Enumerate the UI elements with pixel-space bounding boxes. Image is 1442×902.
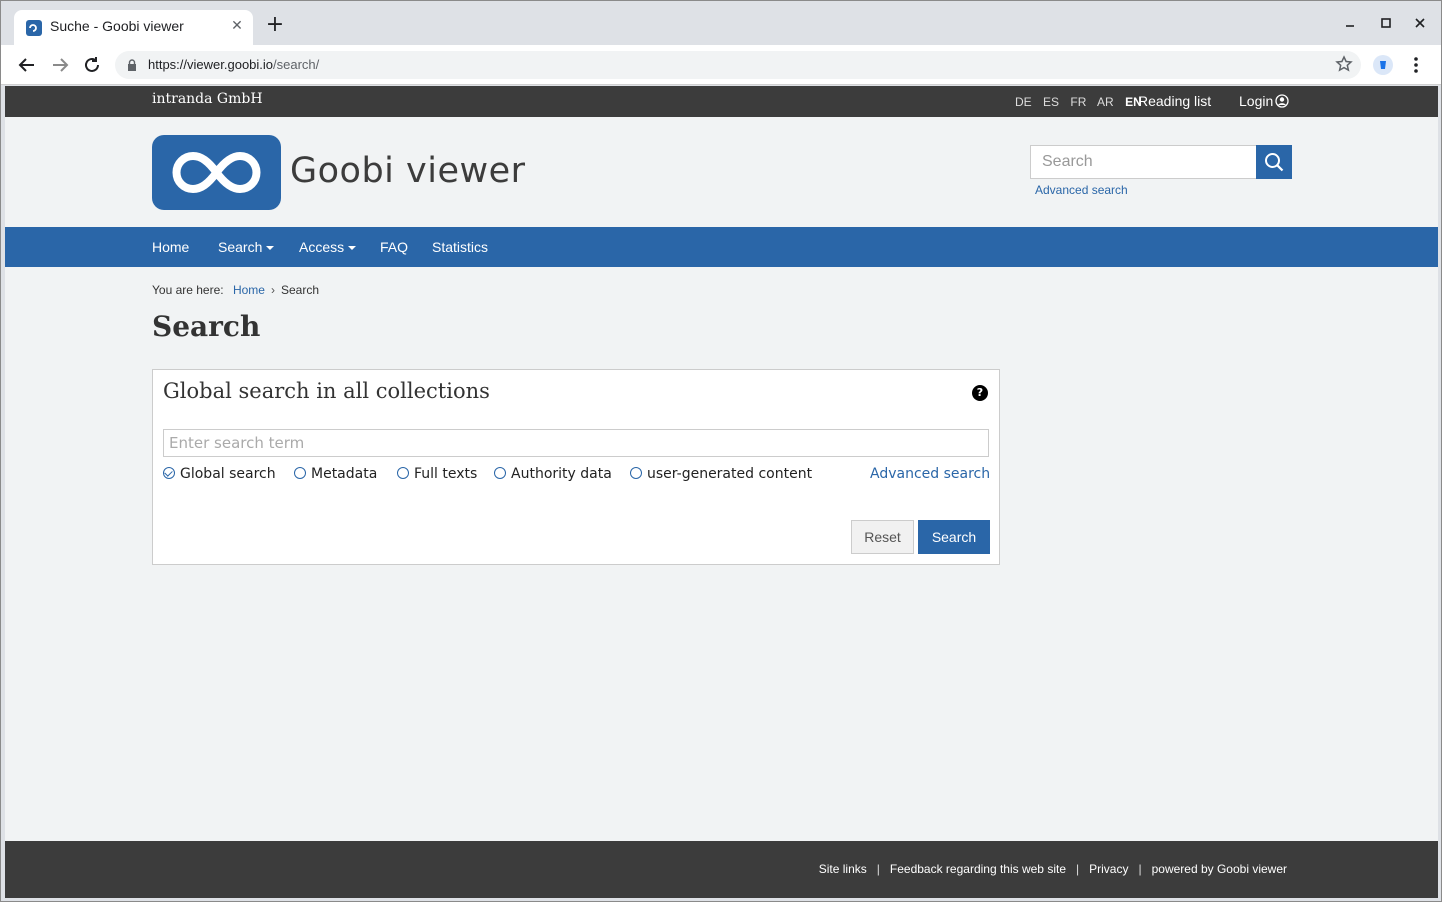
breadcrumb-home[interactable]: Home <box>233 283 265 297</box>
caret-down-icon <box>266 246 275 250</box>
radio-unchecked-icon <box>397 467 409 479</box>
radio-user-generated-content[interactable]: user-generated content <box>630 466 812 482</box>
radio-full-texts[interactable]: Full texts <box>397 466 477 482</box>
search-panel: Global search in all collections ? Globa… <box>152 369 1000 565</box>
search-icon <box>1265 153 1284 172</box>
main-navigation: Home Search Access FAQ Statistics <box>5 227 1438 267</box>
caret-down-icon <box>348 246 357 250</box>
tab-close-icon[interactable]: ✕ <box>230 19 244 33</box>
nav-access[interactable]: Access <box>299 239 357 255</box>
tab-title: Suche - Goobi viewer <box>50 18 184 34</box>
nav-statistics[interactable]: Statistics <box>432 239 488 255</box>
radio-checked-icon <box>163 467 175 479</box>
reading-list-link[interactable]: Reading list <box>1138 93 1211 109</box>
radio-metadata[interactable]: Metadata <box>294 466 377 482</box>
footer-divider: | <box>1076 862 1080 876</box>
header-search-box <box>1030 145 1257 179</box>
help-icon[interactable]: ? <box>972 385 988 401</box>
site-header: Goobi viewer Advanced search <box>5 117 1438 227</box>
footer-site-links[interactable]: Site links <box>819 862 867 876</box>
url-path: /search/ <box>273 57 320 72</box>
organization-name: intranda GmbH <box>152 91 263 107</box>
lang-ar[interactable]: AR <box>1097 95 1114 109</box>
footer-links: Site links | Feedback regarding this web s… <box>819 862 1287 876</box>
footer-divider: | <box>1138 862 1142 876</box>
lock-icon <box>128 59 136 71</box>
header-search-button[interactable] <box>1256 145 1292 179</box>
breadcrumb-separator: › <box>270 283 275 297</box>
infinity-icon <box>172 151 261 194</box>
breadcrumb-prefix: You are here: <box>152 283 224 297</box>
forward-icon[interactable] <box>49 54 71 76</box>
minimize-icon[interactable] <box>1341 14 1359 32</box>
breadcrumb-current: Search <box>280 283 320 297</box>
radio-label: Authority data <box>511 466 612 482</box>
nav-search-label: Search <box>218 239 263 255</box>
header-advanced-search-link[interactable]: Advanced search <box>1035 183 1128 197</box>
login-link[interactable]: Login <box>1239 93 1289 109</box>
reset-button[interactable]: Reset <box>851 520 914 554</box>
window-close-icon[interactable] <box>1411 14 1429 32</box>
panel-advanced-search-link[interactable]: Advanced search <box>870 466 990 482</box>
page-title: Search <box>152 310 261 343</box>
radio-unchecked-icon <box>494 467 506 479</box>
browser-tab[interactable]: Suche - Goobi viewer ✕ <box>14 10 253 45</box>
nav-faq[interactable]: FAQ <box>380 239 408 255</box>
nav-home[interactable]: Home <box>152 239 189 255</box>
nav-search[interactable]: Search <box>218 239 275 255</box>
header-search-input[interactable] <box>1031 146 1256 178</box>
radio-authority-data[interactable]: Authority data <box>494 466 612 482</box>
footer-feedback[interactable]: Feedback regarding this web site <box>890 862 1066 876</box>
menu-icon[interactable] <box>1407 55 1425 75</box>
tab-strip: Suche - Goobi viewer ✕ + <box>1 1 1441 45</box>
browser-window: Suche - Goobi viewer ✕ + https://viewer.… <box>0 0 1442 902</box>
radio-label: Full texts <box>414 466 478 482</box>
url-text: https://viewer.goobi.io/search/ <box>148 57 319 72</box>
radio-label: Metadata <box>311 466 378 482</box>
radio-label: Global search <box>180 466 276 482</box>
search-button[interactable]: Search <box>918 520 990 554</box>
site-brand[interactable]: Goobi viewer <box>290 151 526 191</box>
radio-unchecked-icon <box>294 467 306 479</box>
lang-es[interactable]: ES <box>1043 95 1059 109</box>
address-bar[interactable]: https://viewer.goobi.io/search/ <box>115 51 1361 79</box>
goobi-logo[interactable] <box>152 135 281 210</box>
search-term-input[interactable] <box>163 429 989 457</box>
radio-unchecked-icon <box>630 467 642 479</box>
maximize-icon[interactable] <box>1377 14 1395 32</box>
url-host: https://viewer.goobi.io <box>148 57 274 72</box>
site-footer: Site links | Feedback regarding this web s… <box>5 841 1438 898</box>
nav-access-label: Access <box>299 239 345 255</box>
browser-toolbar: https://viewer.goobi.io/search/ <box>1 45 1441 85</box>
radio-label: user-generated content <box>647 466 813 482</box>
lang-de[interactable]: DE <box>1015 95 1032 109</box>
lang-fr[interactable]: FR <box>1070 95 1086 109</box>
reload-icon[interactable] <box>81 54 103 76</box>
star-icon[interactable] <box>1335 55 1353 73</box>
new-tab-button[interactable]: + <box>265 14 285 36</box>
profile-icon[interactable] <box>1373 55 1393 75</box>
back-icon[interactable] <box>16 54 38 76</box>
footer-divider: | <box>876 862 880 876</box>
language-switcher: DE ES FR AR EN <box>1015 95 1150 109</box>
breadcrumb: You are here: Home › Search <box>152 283 319 297</box>
radio-global-search[interactable]: Global search <box>163 466 276 482</box>
web-page: intranda GmbH DE ES FR AR EN Reading lis… <box>5 86 1438 898</box>
goobi-favicon-icon <box>26 20 42 36</box>
footer-privacy[interactable]: Privacy <box>1089 862 1128 876</box>
login-label: Login <box>1239 93 1274 109</box>
user-circle-icon <box>1275 94 1289 108</box>
top-bar: intranda GmbH DE ES FR AR EN Reading lis… <box>5 86 1438 117</box>
panel-title: Global search in all collections <box>163 379 490 403</box>
footer-powered-by[interactable]: powered by Goobi viewer <box>1152 862 1287 876</box>
